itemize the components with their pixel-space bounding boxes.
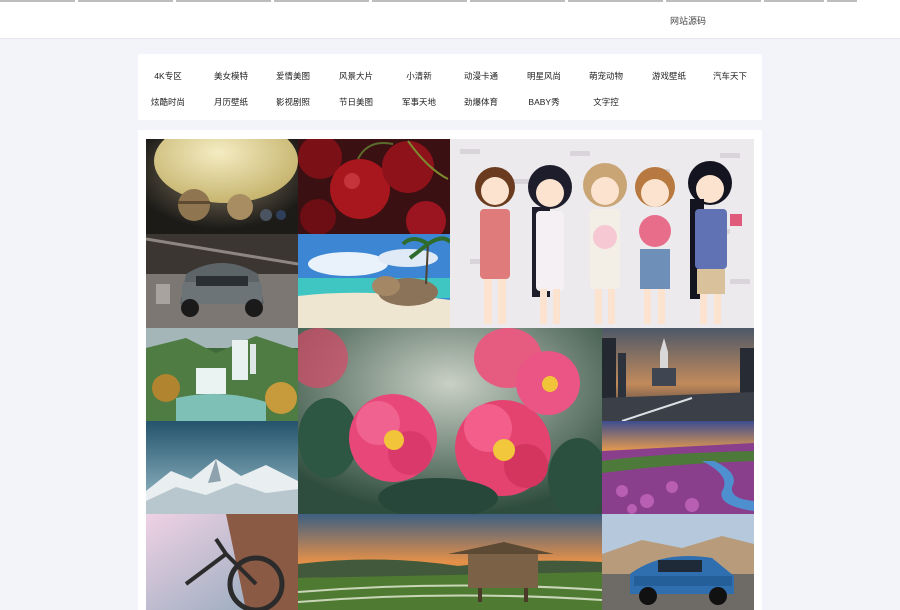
mountains-image bbox=[146, 421, 298, 514]
category-link[interactable]: 影视剧照 bbox=[263, 96, 323, 108]
nav-divider bbox=[78, 0, 173, 2]
beach-image bbox=[298, 234, 450, 328]
cherries-wallpaper[interactable] bbox=[298, 139, 450, 234]
category-link[interactable]: 月历壁纸 bbox=[201, 96, 261, 108]
category-link[interactable]: 明星风尚 bbox=[514, 70, 574, 82]
category-link[interactable]: 汽车天下 bbox=[700, 70, 760, 82]
rocket-launch-wallpaper[interactable] bbox=[602, 328, 754, 421]
category-panel: 4K专区 美女模特 爱情美图 风景大片 小清新 动漫卡通 明星风尚 萌宠动物 游… bbox=[138, 54, 762, 120]
purple-flower-field-wallpaper[interactable] bbox=[602, 421, 754, 514]
category-link[interactable]: 小清新 bbox=[389, 70, 449, 82]
tropical-beach-wallpaper[interactable] bbox=[298, 234, 450, 328]
waterfall-image bbox=[146, 328, 298, 421]
category-link[interactable]: 文字控 bbox=[576, 96, 636, 108]
category-link[interactable]: 劲爆体育 bbox=[451, 96, 511, 108]
wallpaper-gallery bbox=[138, 130, 762, 610]
car-image bbox=[146, 234, 298, 328]
category-link[interactable]: 萌宠动物 bbox=[576, 70, 636, 82]
flower-image bbox=[298, 328, 602, 514]
cherries-image bbox=[298, 139, 450, 234]
nav-divider bbox=[764, 0, 824, 2]
top-navigation-bar: 网站源码 bbox=[0, 0, 900, 39]
category-link[interactable]: 节日美图 bbox=[326, 96, 386, 108]
nav-divider bbox=[827, 0, 857, 2]
car-image bbox=[602, 514, 754, 610]
hut-image bbox=[298, 514, 602, 610]
planets-image bbox=[146, 139, 298, 234]
rocket-image bbox=[602, 328, 754, 421]
category-link[interactable]: 动漫卡通 bbox=[451, 70, 511, 82]
nav-divider bbox=[274, 0, 369, 2]
category-link[interactable]: 军事天地 bbox=[389, 96, 449, 108]
bicycle-wallpaper[interactable] bbox=[146, 514, 298, 610]
flower-field-image bbox=[602, 421, 754, 514]
blue-muscle-car-wallpaper[interactable] bbox=[602, 514, 754, 610]
website-source-link[interactable]: 网站源码 bbox=[670, 14, 706, 27]
category-link[interactable]: BABY秀 bbox=[514, 96, 574, 108]
sports-car-garage-wallpaper[interactable] bbox=[146, 234, 298, 328]
nav-divider bbox=[0, 0, 75, 2]
snowy-mountains-wallpaper[interactable] bbox=[146, 421, 298, 514]
category-link[interactable]: 炫酷时尚 bbox=[138, 96, 198, 108]
nav-divider bbox=[176, 0, 271, 2]
pink-camellia-wallpaper[interactable] bbox=[298, 328, 602, 514]
category-link[interactable]: 美女模特 bbox=[201, 70, 261, 82]
category-link[interactable]: 游戏壁纸 bbox=[639, 70, 699, 82]
waterfall-wallpaper[interactable] bbox=[146, 328, 298, 421]
rice-terrace-hut-wallpaper[interactable] bbox=[298, 514, 602, 610]
category-link[interactable]: 风景大片 bbox=[326, 70, 386, 82]
category-link[interactable]: 4K专区 bbox=[138, 70, 198, 82]
nav-divider bbox=[568, 0, 663, 2]
nav-divider bbox=[666, 0, 761, 2]
anime-girls-image bbox=[450, 139, 754, 328]
category-link[interactable]: 爱情美图 bbox=[263, 70, 323, 82]
anime-girls-wallpaper[interactable] bbox=[450, 139, 754, 328]
nav-divider bbox=[470, 0, 565, 2]
bicycle-image bbox=[146, 514, 298, 610]
nav-divider bbox=[372, 0, 467, 2]
planets-wallpaper[interactable] bbox=[146, 139, 298, 234]
